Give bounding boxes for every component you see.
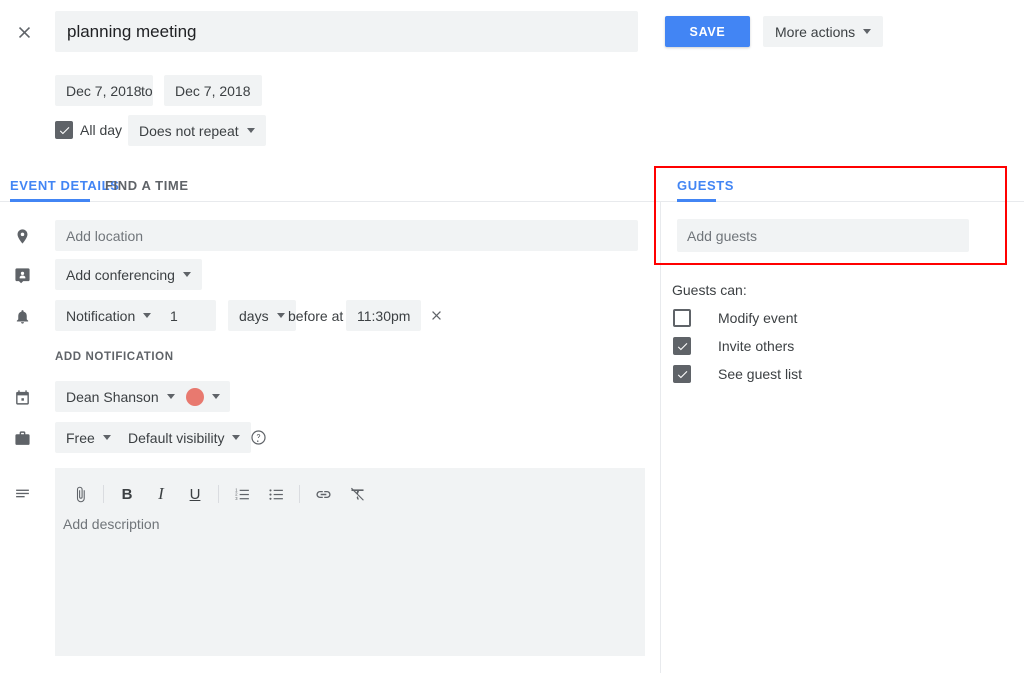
- availability-dropdown[interactable]: Free: [55, 422, 122, 453]
- recurrence-label: Does not repeat: [139, 123, 239, 139]
- location-pin-icon: [10, 224, 34, 248]
- invite-others-label: Invite others: [718, 338, 794, 354]
- tab-guests[interactable]: GUESTS: [677, 178, 734, 201]
- permission-row-invite-others: Invite others: [673, 336, 794, 356]
- start-date-field[interactable]: Dec 7, 2018: [55, 75, 153, 106]
- event-color-swatch: [186, 388, 204, 406]
- add-notification-button[interactable]: ADD NOTIFICATION: [55, 348, 174, 366]
- visibility-label: Default visibility: [128, 430, 224, 446]
- availability-label: Free: [66, 430, 95, 446]
- end-date-field[interactable]: Dec 7, 2018: [164, 75, 262, 106]
- toolbar-separator: [218, 485, 219, 503]
- chevron-down-icon: [863, 29, 871, 34]
- tab-event-details[interactable]: EVENT DETAILS: [10, 178, 119, 201]
- notification-type-label: Notification: [66, 308, 135, 324]
- visibility-dropdown[interactable]: Default visibility: [117, 422, 251, 453]
- underline-icon[interactable]: U: [180, 479, 210, 509]
- remove-notification-icon[interactable]: [425, 304, 447, 326]
- chevron-down-icon: [167, 394, 175, 399]
- see-guest-list-label: See guest list: [718, 366, 802, 382]
- bulleted-list-icon[interactable]: [261, 479, 291, 509]
- tabs-divider: [0, 201, 1024, 202]
- description-box[interactable]: B I U 1 2 3: [55, 468, 645, 656]
- add-conferencing-label: Add conferencing: [66, 267, 175, 283]
- chevron-down-icon: [103, 435, 111, 440]
- bell-icon: [10, 304, 34, 328]
- description-toolbar: B I U 1 2 3: [55, 476, 374, 512]
- more-actions-label: More actions: [775, 24, 855, 40]
- chevron-down-icon: [232, 435, 240, 440]
- see-guest-list-checkbox[interactable]: [673, 365, 691, 383]
- date-range-to-label: to: [141, 75, 153, 106]
- chevron-down-icon: [183, 272, 191, 277]
- italic-icon[interactable]: I: [146, 479, 176, 509]
- clear-formatting-icon[interactable]: [342, 479, 372, 509]
- calendar-owner-dropdown[interactable]: Dean Shanson: [55, 381, 186, 412]
- tab-event-details-underline: [10, 199, 90, 202]
- link-icon[interactable]: [308, 479, 338, 509]
- toolbar-separator: [299, 485, 300, 503]
- location-input[interactable]: Add location: [55, 220, 638, 251]
- notification-unit-label: days: [239, 308, 269, 324]
- modify-event-label: Modify event: [718, 310, 797, 326]
- tab-find-a-time[interactable]: FIND A TIME: [105, 178, 189, 201]
- help-circle-icon[interactable]: [247, 426, 269, 448]
- permission-row-see-guest-list: See guest list: [673, 364, 802, 384]
- notification-type-dropdown[interactable]: Notification: [55, 300, 162, 331]
- notification-unit-dropdown[interactable]: days: [228, 300, 296, 331]
- bold-icon[interactable]: B: [112, 479, 142, 509]
- permission-row-modify-event: Modify event: [673, 308, 797, 328]
- more-actions-button[interactable]: More actions: [763, 16, 883, 47]
- briefcase-icon: [10, 426, 34, 450]
- recurrence-dropdown[interactable]: Does not repeat: [128, 115, 266, 146]
- add-conferencing-dropdown[interactable]: Add conferencing: [55, 259, 202, 290]
- chevron-down-icon: [247, 128, 255, 133]
- notification-time-input[interactable]: 11:30pm: [346, 300, 421, 331]
- all-day-label: All day: [80, 120, 122, 140]
- save-button[interactable]: SAVE: [665, 16, 750, 47]
- description-lines-icon: [10, 481, 34, 505]
- svg-text:3: 3: [235, 495, 238, 500]
- panel-divider: [660, 202, 661, 673]
- modify-event-checkbox[interactable]: [673, 309, 691, 327]
- video-conference-icon: [10, 263, 34, 287]
- event-title-input[interactable]: planning meeting: [55, 11, 638, 52]
- invite-others-checkbox[interactable]: [673, 337, 691, 355]
- chevron-down-icon: [143, 313, 151, 318]
- guests-can-label: Guests can:: [672, 282, 747, 298]
- description-placeholder: Add description: [63, 516, 160, 532]
- chevron-down-icon: [212, 394, 220, 399]
- calendar-icon: [10, 385, 34, 409]
- attach-icon[interactable]: [65, 479, 95, 509]
- all-day-checkbox[interactable]: [55, 121, 73, 139]
- event-editor-page: planning meeting SAVE More actions Dec 7…: [0, 0, 1024, 673]
- numbered-list-icon[interactable]: 1 2 3: [227, 479, 257, 509]
- event-color-dropdown[interactable]: [176, 381, 230, 412]
- tab-guests-underline: [677, 199, 716, 202]
- toolbar-separator: [103, 485, 104, 503]
- chevron-down-icon: [277, 313, 285, 318]
- notification-before-at-label: before at: [288, 300, 343, 331]
- close-icon[interactable]: [10, 18, 38, 46]
- notification-amount-input[interactable]: 1: [159, 300, 216, 331]
- add-guests-input[interactable]: Add guests: [677, 219, 969, 252]
- calendar-owner-label: Dean Shanson: [66, 389, 159, 405]
